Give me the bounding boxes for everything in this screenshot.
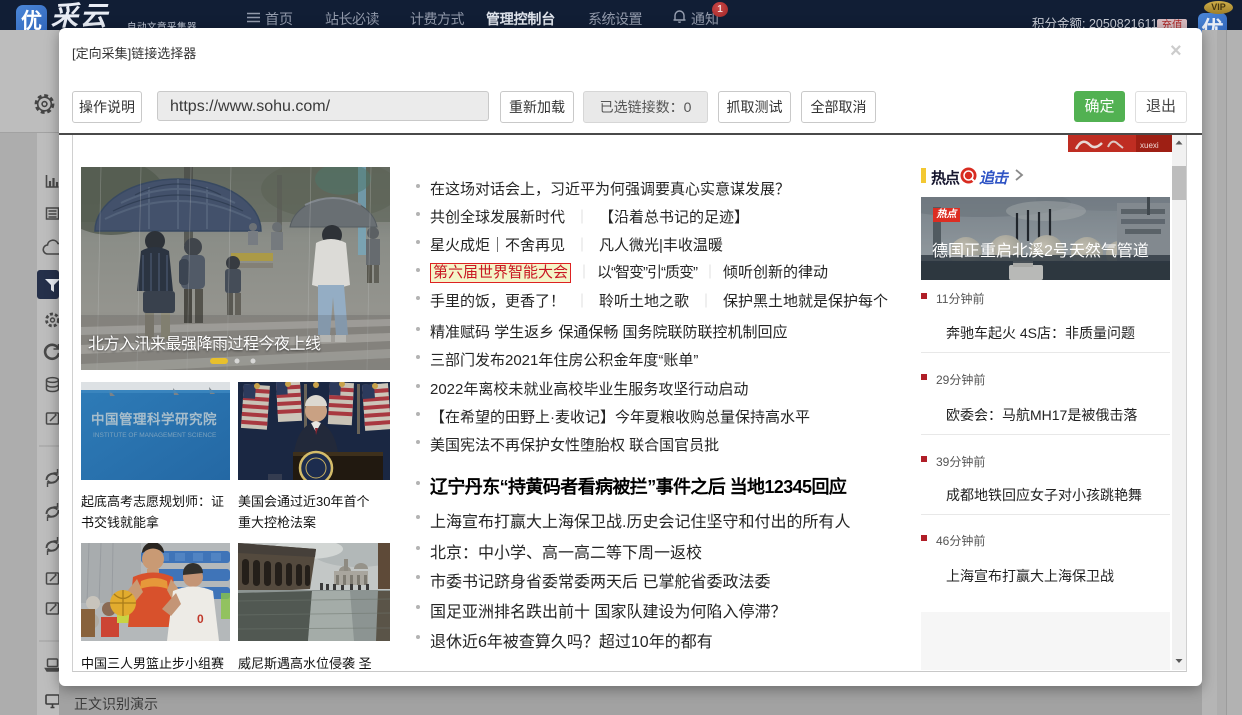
svg-text:INSTITUTE OF MANAGEMENT SCIENC: INSTITUTE OF MANAGEMENT SCIENCE [93,432,217,439]
svg-text:xuexi: xuexi [1140,141,1159,150]
svg-text:中国管理科学研究院: 中国管理科学研究院 [91,411,217,427]
svg-text:0: 0 [197,612,204,626]
